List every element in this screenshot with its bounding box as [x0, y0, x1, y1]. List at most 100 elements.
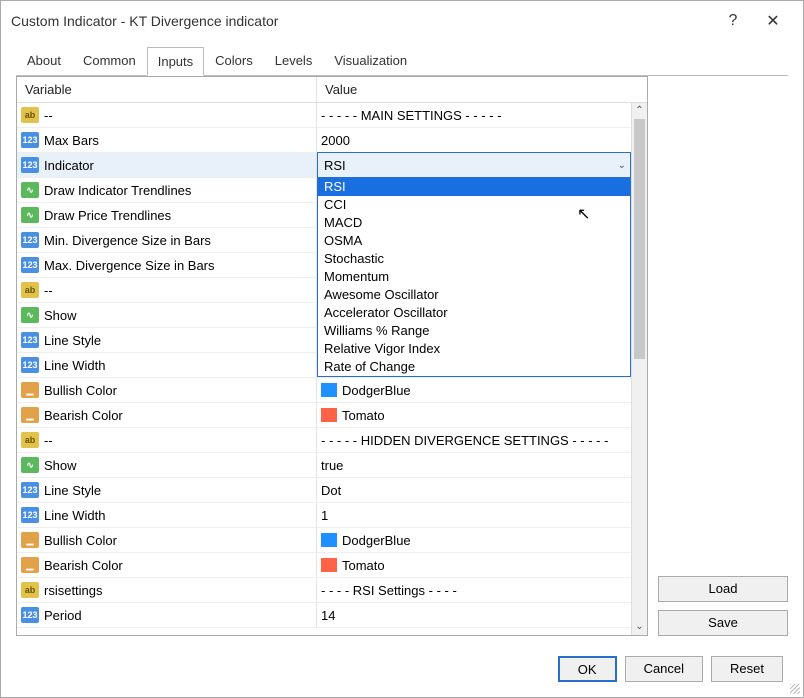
123-type-icon: 123 — [21, 257, 39, 273]
123-type-icon: 123 — [21, 232, 39, 248]
dropdown-item[interactable]: Awesome Oscillator — [318, 286, 630, 304]
vertical-scrollbar[interactable]: ⌃ ⌄ — [631, 103, 647, 635]
table-row[interactable]: ab-- - - - - - HIDDEN DIVERGENCE SETTINGS… — [17, 428, 647, 453]
variable-label: Line Style — [44, 333, 101, 348]
cell-variable: ∿Draw Price Trendlines — [17, 203, 317, 227]
cancel-button[interactable]: Cancel — [625, 656, 703, 682]
cell-variable: ab-- — [17, 278, 317, 302]
table-row[interactable]: abrsisettings- - - - RSI Settings - - - … — [17, 578, 647, 603]
cell-value[interactable]: 1 — [317, 503, 647, 527]
cell-variable: ▁Bullish Color — [17, 528, 317, 552]
value-text: 1 — [321, 508, 328, 523]
table-row[interactable]: 123Line Width1 — [17, 503, 647, 528]
ab-type-icon: ab — [21, 432, 39, 448]
ok-button[interactable]: OK — [558, 656, 617, 682]
dropdown-selected[interactable]: RSI ⌄ — [318, 153, 630, 177]
cell-variable: ab-- — [17, 428, 317, 452]
table-header: Variable Value — [17, 77, 647, 103]
dropdown-item[interactable]: OSMA — [318, 232, 630, 250]
tab-visualization[interactable]: Visualization — [323, 46, 418, 75]
cell-value[interactable]: DodgerBlue — [317, 378, 647, 402]
cell-value[interactable]: 14 — [317, 603, 647, 627]
table-row[interactable]: 123Period14 — [17, 603, 647, 628]
dropdown-item[interactable]: CCI — [318, 196, 630, 214]
col-header-variable[interactable]: Variable — [17, 77, 317, 102]
table-row[interactable]: ▁Bearish ColorTomato — [17, 403, 647, 428]
tab-levels[interactable]: Levels — [264, 46, 324, 75]
cell-value[interactable]: true — [317, 453, 647, 477]
cell-value[interactable]: - - - - - MAIN SETTINGS - - - - - — [317, 103, 647, 127]
cell-variable: 123 Max. Divergence Size in Bars — [17, 253, 317, 277]
side-buttons: Load Save — [658, 76, 788, 636]
cell-variable: ∿Show — [17, 303, 317, 327]
indicator-dropdown[interactable]: RSI ⌄ RSICCIMACDOSMAStochasticMomentumAw… — [317, 152, 631, 377]
variable-label: Bearish Color — [44, 558, 123, 573]
tab-about[interactable]: About — [16, 46, 72, 75]
ab-type-icon: ab — [21, 282, 39, 298]
cell-variable: 123Period — [17, 603, 317, 627]
reset-button[interactable]: Reset — [711, 656, 783, 682]
dropdown-item[interactable]: Accelerator Oscillator — [318, 304, 630, 322]
cell-value[interactable]: Dot — [317, 478, 647, 502]
cell-variable: ▁Bearish Color — [17, 553, 317, 577]
table-row[interactable]: ab--- - - - - MAIN SETTINGS - - - - - — [17, 103, 647, 128]
dropdown-item[interactable]: Williams % Range — [318, 322, 630, 340]
table-row[interactable]: 123Line StyleDot — [17, 478, 647, 503]
chevron-down-icon: ⌄ — [618, 160, 626, 171]
table-row[interactable]: ∿Showtrue — [17, 453, 647, 478]
dropdown-item[interactable]: MACD — [318, 214, 630, 232]
help-icon[interactable]: ? — [713, 12, 753, 30]
tab-inputs[interactable]: Inputs — [147, 47, 204, 76]
cell-value[interactable]: Tomato — [317, 403, 647, 427]
scroll-down-icon[interactable]: ⌄ — [632, 619, 647, 635]
save-button[interactable]: Save — [658, 610, 788, 636]
variable-label: Show — [44, 308, 77, 323]
variable-label: Line Style — [44, 483, 101, 498]
cell-value[interactable]: - - - - - HIDDEN DIVERGENCE SETTINGS - -… — [317, 428, 647, 452]
load-button[interactable]: Load — [658, 576, 788, 602]
cell-variable: 123 Min. Divergence Size in Bars — [17, 228, 317, 252]
tab-common[interactable]: Common — [72, 46, 147, 75]
tab-bar: AboutCommonInputsColorsLevelsVisualizati… — [1, 41, 803, 75]
scroll-up-icon[interactable]: ⌃ — [632, 103, 647, 119]
close-icon[interactable]: ✕ — [753, 11, 793, 31]
cell-variable: 123Line Width — [17, 353, 317, 377]
zig-type-icon: ∿ — [21, 182, 39, 198]
dropdown-list: RSICCIMACDOSMAStochasticMomentumAwesome … — [318, 177, 630, 376]
table-row[interactable]: 123 Max Bars 2000 — [17, 128, 647, 153]
value-text: - - - - - HIDDEN DIVERGENCE SETTINGS - -… — [321, 433, 608, 448]
dropdown-selected-text: RSI — [324, 158, 346, 173]
table-row[interactable]: ▁Bullish ColorDodgerBlue — [17, 528, 647, 553]
variable-label: -- — [44, 108, 53, 123]
cell-variable: 123Indicator — [17, 153, 317, 177]
tab-colors[interactable]: Colors — [204, 46, 264, 75]
cell-variable: ∿Draw Indicator Trendlines — [17, 178, 317, 202]
variable-label: Min. Divergence Size in Bars — [44, 233, 211, 248]
123-type-icon: 123 — [21, 507, 39, 523]
value-text: Tomato — [342, 558, 385, 573]
value-text: Tomato — [342, 408, 385, 423]
123-type-icon: 123 — [21, 132, 39, 148]
scrollbar-thumb[interactable] — [634, 119, 645, 359]
dropdown-item[interactable]: RSI — [318, 178, 630, 196]
dropdown-item[interactable]: Rate of Change — [318, 358, 630, 376]
dropdown-item[interactable]: Stochastic — [318, 250, 630, 268]
variable-label: Show — [44, 458, 77, 473]
variable-label: Draw Price Trendlines — [44, 208, 171, 223]
cell-value[interactable]: - - - - RSI Settings - - - - — [317, 578, 647, 602]
cell-variable: ∿Show — [17, 453, 317, 477]
col-header-value[interactable]: Value — [317, 77, 647, 102]
cell-variable: 123Line Style — [17, 328, 317, 352]
cell-value[interactable]: DodgerBlue — [317, 528, 647, 552]
dropdown-item[interactable]: Relative Vigor Index — [318, 340, 630, 358]
cell-value[interactable]: Tomato — [317, 553, 647, 577]
resize-grip-icon[interactable] — [788, 682, 800, 694]
123-type-icon: 123 — [21, 357, 39, 373]
cell-value[interactable]: 2000 — [317, 128, 647, 152]
variable-label: Max. Divergence Size in Bars — [44, 258, 215, 273]
table-row[interactable]: ▁Bullish ColorDodgerBlue — [17, 378, 647, 403]
window-title: Custom Indicator - KT Divergence indicat… — [11, 13, 713, 29]
table-row[interactable]: ▁Bearish Color Tomato — [17, 553, 647, 578]
variable-label: Max Bars — [44, 133, 99, 148]
dropdown-item[interactable]: Momentum — [318, 268, 630, 286]
